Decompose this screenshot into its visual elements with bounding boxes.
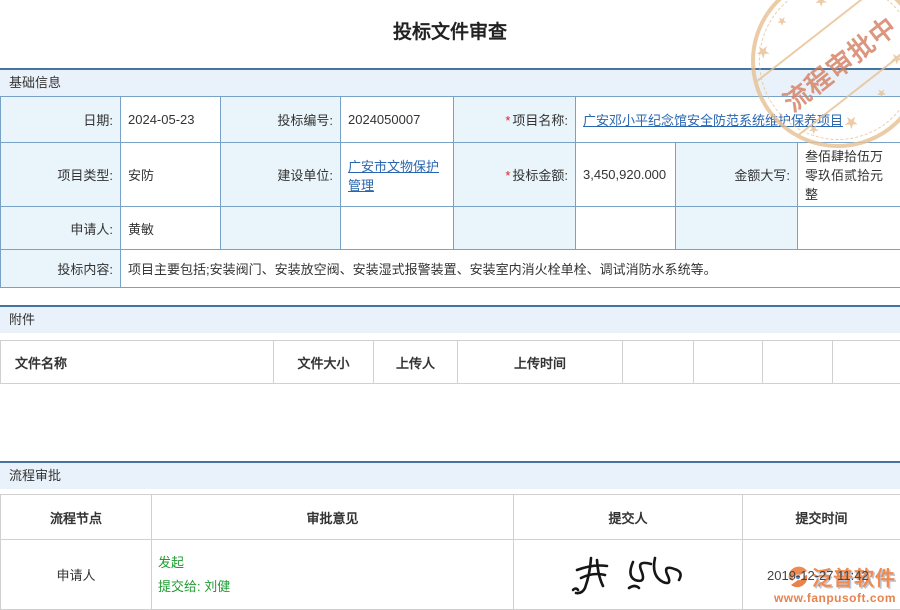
build-unit-label: 建设单位: — [221, 143, 341, 207]
project-name-cell: 广安邓小平纪念馆安全防范系统维护保养项目 — [576, 97, 900, 143]
applicant-value: 黄敏 — [121, 207, 221, 250]
signature-cell — [514, 540, 743, 610]
empty-header-cell — [763, 341, 833, 384]
empty-value-cell — [798, 207, 900, 250]
col-header-submitter: 提交人 — [514, 495, 743, 540]
bid-content-label: 投标内容: — [1, 250, 121, 288]
project-name-link[interactable]: 广安邓小平纪念馆安全防范系统维护保养项目 — [583, 113, 843, 128]
build-unit-link[interactable]: 广安市文物保护管理 — [348, 159, 439, 193]
col-header-upload-time: 上传时间 — [458, 341, 623, 384]
flow-node-value: 申请人 — [1, 540, 152, 610]
empty-label-cell — [454, 207, 576, 250]
required-asterisk: * — [505, 168, 510, 183]
bid-amount-value: 3,450,920.000 — [576, 143, 676, 207]
bid-content-value: 项目主要包括;安装阀门、安装放空阀、安装湿式报警装置、安装室内消火栓单栓、调试消… — [121, 250, 900, 288]
table-row: 日期: 2024-05-23 投标编号: 2024050007 *项目名称: 广… — [1, 97, 900, 143]
star-icon: ★ — [886, 47, 900, 69]
page-title: 投标文件审查 — [0, 0, 900, 46]
opinion-submitted-to: 提交给: 刘健 — [158, 575, 507, 599]
empty-header-cell — [623, 341, 694, 384]
empty-header-cell — [833, 341, 900, 384]
project-type-label: 项目类型: — [1, 143, 121, 207]
bid-amount-label: *投标金额: — [454, 143, 576, 207]
opinion-cell: 发起 提交给: 刘健 — [152, 540, 514, 610]
col-header-uploader: 上传人 — [374, 341, 458, 384]
bid-no-value: 2024050007 — [341, 97, 454, 143]
col-header-file-name: 文件名称 — [1, 341, 274, 384]
empty-label-cell — [221, 207, 341, 250]
table-row: 申请人 发起 提交给: 刘健 — [1, 540, 900, 610]
submit-time-value: 2019-12-27 11:42 — [767, 568, 869, 583]
table-row: 申请人: 黄敏 — [1, 207, 900, 250]
table-header-row: 流程节点 审批意见 提交人 提交时间 — [1, 495, 900, 540]
table-row: 项目类型: 安防 建设单位: 广安市文物保护管理 *投标金额: 3,450,92… — [1, 143, 900, 207]
applicant-label: 申请人: — [1, 207, 121, 250]
section-header-basic-info: 基础信息 — [0, 68, 900, 96]
basic-info-table: 日期: 2024-05-23 投标编号: 2024050007 *项目名称: 广… — [0, 96, 900, 288]
bid-no-label: 投标编号: — [221, 97, 341, 143]
signature-image — [563, 550, 693, 600]
col-header-opinion: 审批意见 — [152, 495, 514, 540]
build-unit-cell: 广安市文物保护管理 — [341, 143, 454, 207]
col-header-flow-node: 流程节点 — [1, 495, 152, 540]
col-header-file-size: 文件大小 — [274, 341, 374, 384]
section-header-approval: 流程审批 — [0, 461, 900, 489]
date-value: 2024-05-23 — [121, 97, 221, 143]
col-header-submit-time: 提交时间 — [743, 495, 900, 540]
empty-value-cell — [576, 207, 676, 250]
table-header-row: 文件名称 文件大小 上传人 上传时间 — [1, 341, 900, 384]
table-row: 投标内容: 项目主要包括;安装阀门、安装放空阀、安装湿式报警装置、安装室内消火栓… — [1, 250, 900, 288]
section-header-attachments: 附件 — [0, 305, 900, 333]
date-label: 日期: — [1, 97, 121, 143]
fanpu-logo-url: www.fanpusoft.com — [746, 591, 896, 605]
required-asterisk: * — [505, 113, 510, 128]
approval-table: 流程节点 审批意见 提交人 提交时间 申请人 发起 提交给: 刘健 — [0, 494, 900, 610]
empty-label-cell — [676, 207, 798, 250]
amount-words-label: 金额大写: — [676, 143, 798, 207]
amount-words-value: 叁佰肆拾伍万零玖佰贰拾元整 — [798, 143, 900, 207]
project-type-value: 安防 — [121, 143, 221, 207]
attachments-table: 文件名称 文件大小 上传人 上传时间 — [0, 340, 900, 384]
empty-header-cell — [694, 341, 763, 384]
submit-time-cell: 泛普软件 www.fanpusoft.com 2019-12-27 11:42 — [743, 540, 900, 610]
project-name-label: *项目名称: — [454, 97, 576, 143]
empty-value-cell — [341, 207, 454, 250]
opinion-initiated: 发起 — [158, 551, 507, 575]
